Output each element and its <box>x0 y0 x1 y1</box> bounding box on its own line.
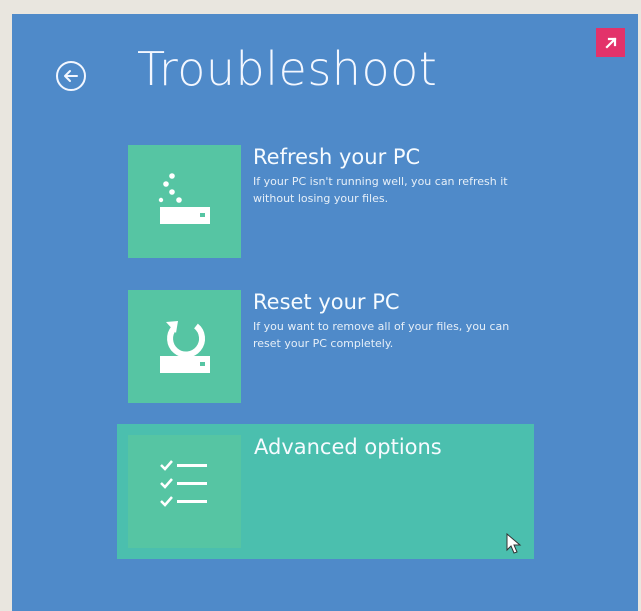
reset-pc-tile <box>128 290 241 403</box>
refresh-pc-tile <box>128 145 241 258</box>
mouse-cursor-icon <box>506 533 522 554</box>
advanced-options-tile <box>128 435 241 548</box>
expand-badge[interactable] <box>596 28 625 57</box>
reset-pc-icon <box>160 321 210 373</box>
option-description: If you want to remove all of your files,… <box>253 320 510 350</box>
reset-pc-option[interactable]: Reset your PC If you want to remove all … <box>128 290 518 403</box>
option-title: Advanced options <box>254 435 442 459</box>
option-description: If your PC isn't running well, you can r… <box>253 175 508 205</box>
page-title: Troubleshoot <box>137 42 438 96</box>
back-button[interactable] <box>56 61 86 91</box>
option-title: Reset your PC <box>253 290 400 314</box>
troubleshoot-screen: Troubleshoot Refresh your PC If your PC … <box>12 14 638 611</box>
refresh-pc-icon <box>158 173 210 224</box>
advanced-options-option[interactable]: Advanced options <box>117 424 534 559</box>
arrow-up-right-icon <box>604 36 617 49</box>
checklist-icon <box>160 460 207 507</box>
option-title: Refresh your PC <box>253 145 421 169</box>
refresh-pc-option[interactable]: Refresh your PC If your PC isn't running… <box>128 145 518 258</box>
back-arrow-icon <box>64 70 78 82</box>
